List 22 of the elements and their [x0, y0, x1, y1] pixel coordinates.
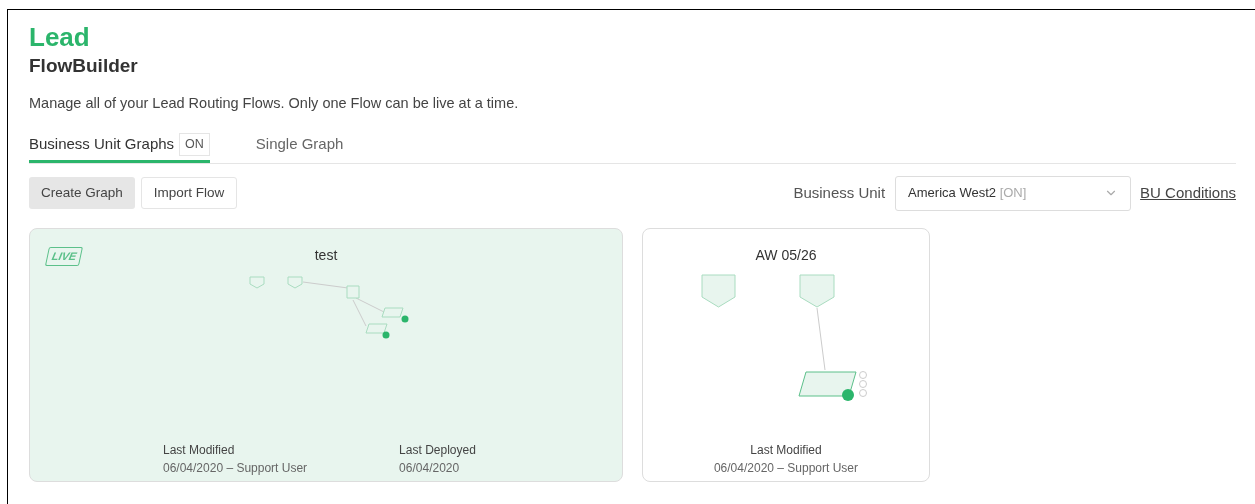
toolbar-button[interactable]: Import Flow — [140, 177, 238, 209]
graph-title: test — [314, 245, 338, 265]
graph-card[interactable]: LIVE test Last Modified 06/04/2020 – Support User Last Deployed 06/04/2020 — [29, 227, 623, 482]
meta-value: 06/04/2020 — [399, 459, 461, 477]
object-title: Lead — [29, 22, 91, 52]
live-badge: LIVE — [45, 246, 84, 265]
business-unit-label: Business Unit — [793, 182, 886, 203]
meta-value: 06/04/2020 – Support User — [163, 459, 308, 477]
meta-value: 06/04/2020 – Support User — [713, 459, 859, 477]
page-description: Manage all of your Lead Routing Flows. Only one Flow can be live at a time. — [29, 94, 520, 113]
business-unit-select[interactable]: America West2 [ON] — [895, 175, 1132, 211]
tab[interactable]: Business Unit Graphs ON — [29, 132, 210, 163]
tab[interactable]: Single Graph — [255, 133, 344, 163]
graph-card[interactable]: AW 05/26 Last Modified 06/04/2020 – Support User — [642, 227, 930, 482]
bu-conditions-link[interactable]: BU Conditions — [1140, 181, 1236, 205]
status-badge: ON — [179, 132, 210, 156]
meta-label: Last Deployed — [399, 441, 476, 459]
graph-title: AW 05/26 — [755, 245, 817, 265]
page-title: FlowBuilder — [29, 54, 139, 78]
toolbar-button[interactable]: Create Graph — [29, 177, 135, 209]
meta-label: Last Modified — [750, 441, 822, 459]
meta-label: Last Modified — [163, 441, 236, 459]
